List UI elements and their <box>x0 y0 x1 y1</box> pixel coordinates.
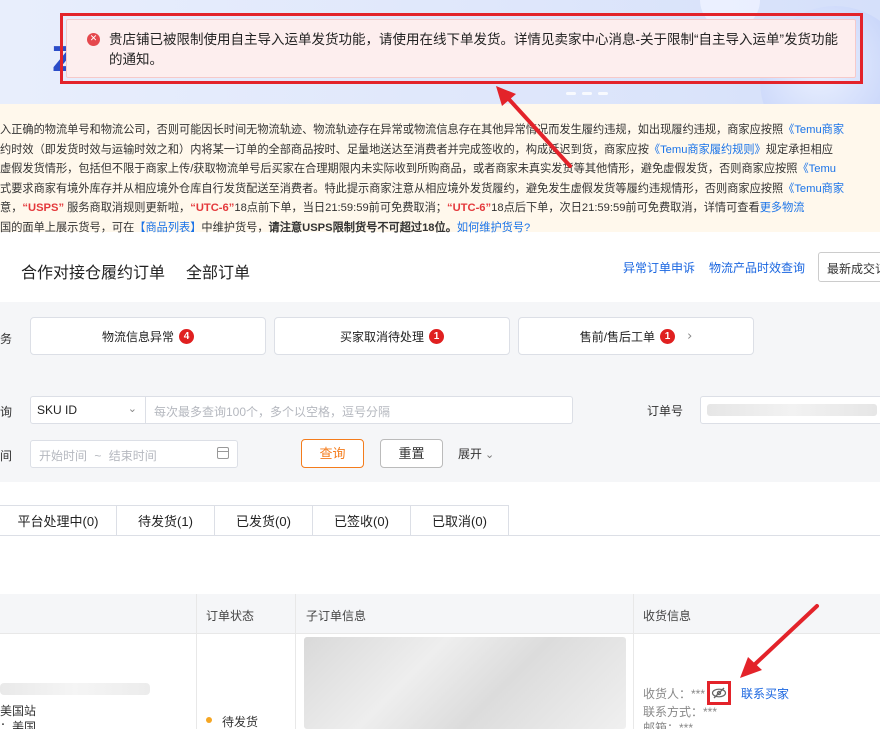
rules-link[interactable]: 《Temu商家 <box>783 183 844 195</box>
status-dot <box>206 717 212 723</box>
column-header-receiver: 收货信息 <box>643 609 692 623</box>
blurred-order-info <box>0 683 150 695</box>
chevron-down-icon: ⌄ <box>485 448 495 461</box>
more-logistics-link[interactable]: 更多物流 <box>760 202 805 214</box>
order-number-label: 订单号 <box>647 404 684 418</box>
site-label: 美国站 <box>0 704 37 718</box>
rules-link[interactable]: 《Temu商家履约规则》 <box>649 144 766 156</box>
notice-line: 式要求商家有境外库存并从相应境外仓库自行发货配送至消费者。特此提示商家注意从相应… <box>0 182 845 195</box>
reset-button[interactable]: 重置 <box>380 439 443 468</box>
blurred-value <box>707 404 877 416</box>
receiver-email: 邮箱：*** <box>643 721 694 729</box>
order-status-tabs: 平台处理中(0) 待发货(1) 已发货(0) 已签收(0) 已取消(0) <box>0 505 509 536</box>
highlight-box <box>60 13 863 84</box>
abnormal-order-appeal-link[interactable]: 异常订单申诉 <box>623 259 695 276</box>
column-divider <box>295 594 296 729</box>
eye-off-icon[interactable] <box>710 684 728 702</box>
order-header: 合作对接仓履约订单 全部订单 异常订单申诉 物流产品时效查询 最新成交订 <box>0 232 880 302</box>
count-badge: 4 <box>179 328 194 344</box>
time-row-label: 间 <box>0 449 13 463</box>
count-badge: 1 <box>429 328 444 344</box>
logistics-timeliness-link[interactable]: 物流产品时效查询 <box>709 259 805 276</box>
tab-all-orders[interactable]: 全部订单 <box>186 259 250 283</box>
query-type-select[interactable]: SKU ID ⌄ <box>30 396 146 424</box>
receiver-name: 收货人：*** <box>643 687 706 701</box>
column-divider <box>633 594 634 729</box>
tab-platform-processing[interactable]: 平台处理中(0) <box>0 505 117 536</box>
count-badge: 1 <box>660 328 676 344</box>
contact-method: 联系方式：*** <box>643 705 718 719</box>
notice-line: 意，“USPS” 服务商取消规则更新啦，“UTC-6”18点前下单，当日21:5… <box>0 202 805 215</box>
sort-select[interactable]: 最新成交订 <box>818 252 880 282</box>
filter-panel: 务 物流信息异常 4 买家取消待处理 1 售前/售后工单 1 › 询 SKU ID ⌄ … <box>0 302 880 482</box>
notice-line: 虚假发货情形，包括但不限于商家上传/获取物流单号后买家在合理期限内未实际收到所购… <box>0 163 836 176</box>
notice-line: 入正确的物流单号和物流公司，否则可能因长时间无物流轨迹、物流轨迹存在异常或物流信… <box>0 124 845 136</box>
todo-row-label: 务 <box>0 332 13 346</box>
expand-filters-toggle[interactable]: 展开 ⌄ <box>458 445 494 462</box>
todo-card-buyer-cancel[interactable]: 买家取消待处理 1 <box>274 317 510 355</box>
column-header-status: 订单状态 <box>206 609 255 623</box>
order-status-text: 待发货 <box>222 715 259 729</box>
divider <box>0 535 880 536</box>
shipping-notice: 入正确的物流单号和物流公司，否则可能因长时间无物流轨迹、物流轨迹存在异常或物流信… <box>0 104 880 234</box>
rules-link[interactable]: 《Temu商家 <box>783 124 844 136</box>
calendar-icon <box>217 447 229 459</box>
table-header: 订单状态 子订单信息 收货信息 <box>0 594 880 634</box>
todo-card-service-ticket[interactable]: 售前/售后工单 1 › <box>518 317 754 355</box>
contact-buyer-link[interactable]: 联系买家 <box>741 685 789 702</box>
tab-pending-shipment[interactable]: 待发货(1) <box>117 505 215 536</box>
sku-search-input[interactable]: 每次最多查询100个，多个以空格，逗号分隔 <box>146 396 573 424</box>
rules-link[interactable]: 《Temu <box>797 163 836 175</box>
tab-shipped[interactable]: 已发货(0) <box>215 505 313 536</box>
order-number-input[interactable] <box>700 396 880 424</box>
chevron-right-icon: › <box>687 328 693 344</box>
tab-delivered[interactable]: 已签收(0) <box>313 505 411 536</box>
query-button[interactable]: 查询 <box>301 439 364 468</box>
carousel-dots[interactable] <box>566 92 608 95</box>
tab-partner-warehouse-orders[interactable]: 合作对接仓履约订单 <box>21 259 165 283</box>
todo-card-logistics-abnormal[interactable]: 物流信息异常 4 <box>30 317 266 355</box>
product-thumbnail <box>304 637 626 729</box>
notice-line: 约时效（即发货时效与运输时效之和）内将某一订单的全部商品按时、足量地送达至消费者… <box>0 143 833 156</box>
date-range-picker[interactable]: 开始时间 ~ 结束时间 <box>30 440 238 468</box>
chevron-down-icon: ⌄ <box>127 402 137 415</box>
query-row-label: 询 <box>0 405 13 419</box>
column-header-sub-order: 子订单信息 <box>306 609 367 623</box>
tab-cancelled[interactable]: 已取消(0) <box>411 505 509 536</box>
country-label: ：美国 <box>0 720 37 729</box>
column-divider <box>196 594 197 729</box>
